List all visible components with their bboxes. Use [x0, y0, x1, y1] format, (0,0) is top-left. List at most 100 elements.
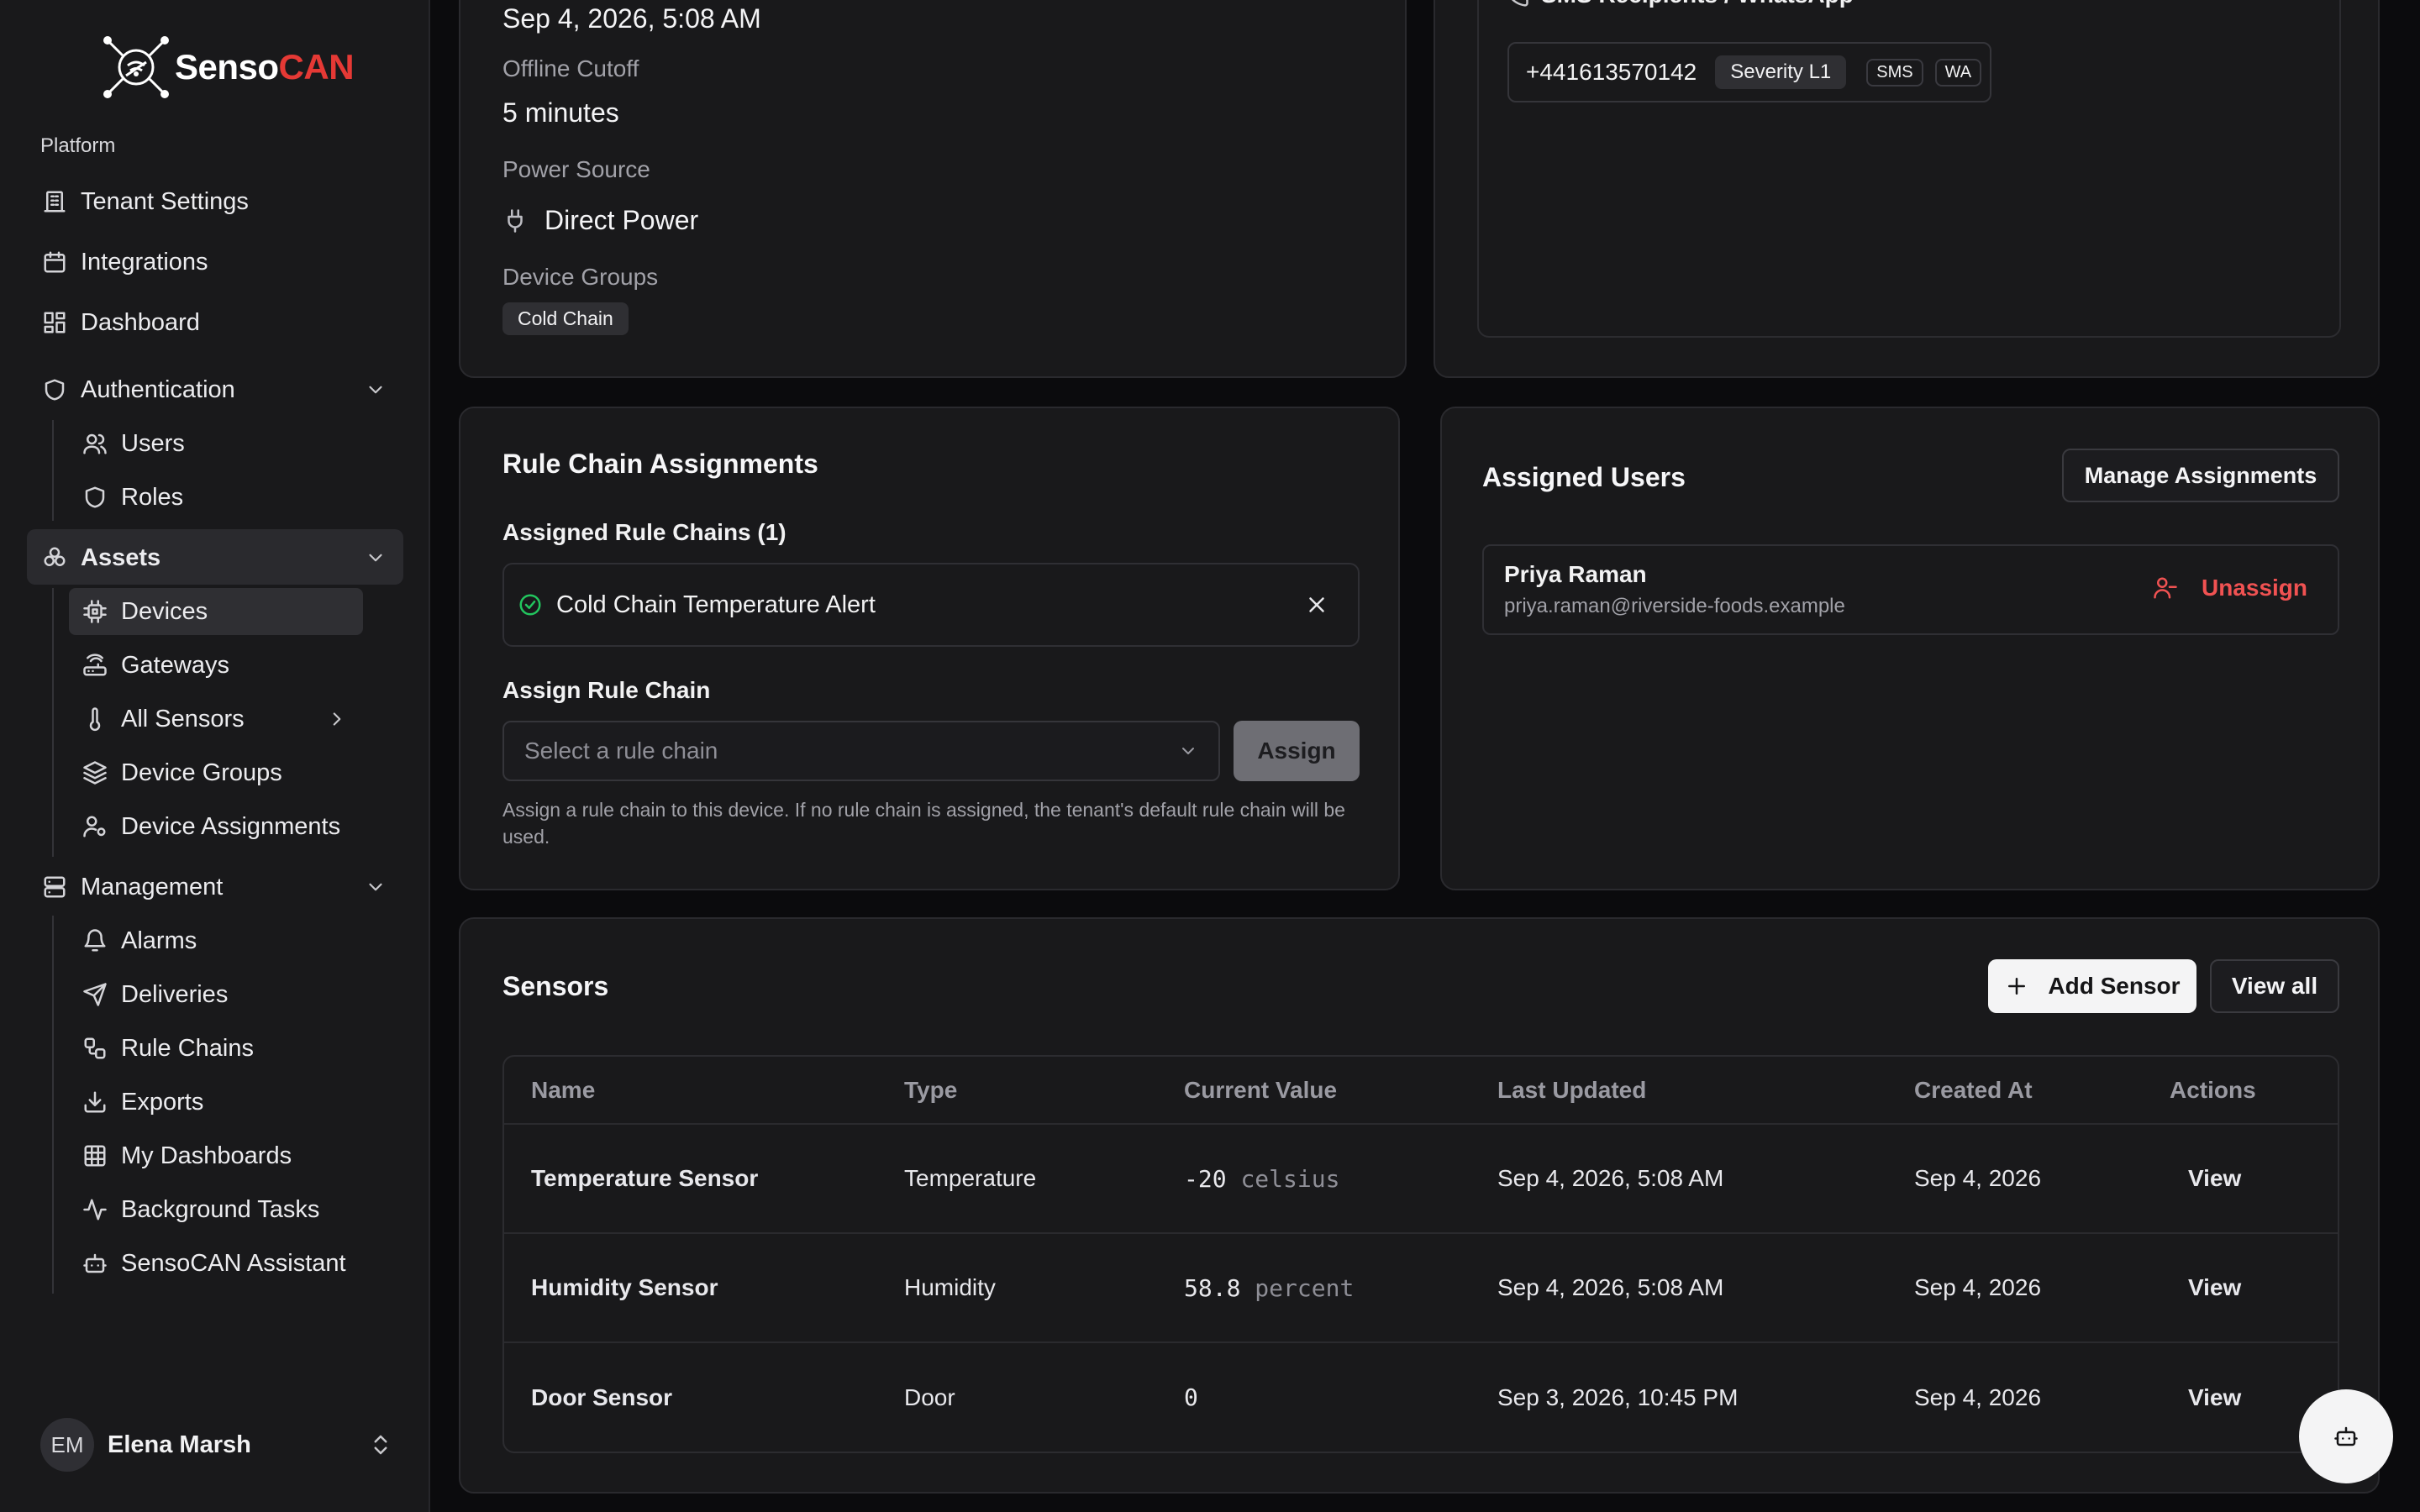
device-group-badge[interactable]: Cold Chain: [502, 302, 629, 335]
server-icon: [40, 874, 69, 900]
chevron-down-icon[interactable]: [361, 379, 390, 401]
close-icon[interactable]: [1304, 592, 1329, 617]
tree-line-management: [52, 916, 54, 1294]
rule-chain-help-text: Assign a rule chain to this device. If n…: [502, 799, 1345, 848]
sidebar-item-devices[interactable]: Devices: [81, 586, 363, 637]
sidebar-item-roles[interactable]: Roles: [81, 472, 363, 522]
table-row[interactable]: Humidity Sensor Humidity 58.8 percent Se…: [504, 1233, 2338, 1343]
power-source-label: Power Source: [502, 156, 650, 182]
column-header-current-value: Current Value: [1184, 1057, 1497, 1125]
sidebar-item-label: Management: [81, 873, 224, 900]
table-row[interactable]: Temperature Sensor Temperature -20 celsi…: [504, 1124, 2338, 1234]
manage-assignments-button[interactable]: Manage Assignments: [2062, 449, 2339, 502]
view-sensor-link[interactable]: View: [2170, 1233, 2338, 1343]
rule-chain-title: Rule Chain Assignments: [502, 449, 818, 479]
sidebar-item-label: SensoCAN Assistant: [121, 1249, 346, 1277]
sidebar-item-label: Users: [121, 429, 185, 457]
bot-icon: [2333, 1424, 2359, 1449]
sidebar-item-label: Devices: [121, 597, 208, 625]
sidebar-item-device-groups[interactable]: Device Groups: [81, 748, 363, 798]
sensor-last-updated: Sep 4, 2026, 5:08 AM: [1497, 1124, 1914, 1234]
sensor-type: Temperature: [904, 1124, 1184, 1234]
logo-icon: [101, 34, 171, 101]
sidebar-item-dashboard[interactable]: Dashboard: [40, 297, 402, 348]
sidebar-item-assets[interactable]: Assets: [40, 533, 402, 583]
sidebar-item-label: Device Groups: [121, 759, 282, 786]
chevron-down-icon[interactable]: [361, 547, 390, 569]
sidebar-item-label: Exports: [121, 1088, 204, 1116]
sidebar-item-users[interactable]: Users: [81, 418, 363, 469]
sensors-card: Sensors Add Sensor View all Name Type Cu…: [459, 917, 2380, 1494]
sidebar-item-label: Assets: [81, 543, 161, 571]
view-all-button[interactable]: View all: [2210, 959, 2339, 1013]
sensor-value: 0: [1184, 1383, 1198, 1411]
recipient-row[interactable]: +441613570142 Severity L1 SMS WA: [1507, 42, 1991, 102]
severity-badge: Severity L1: [1715, 55, 1847, 89]
app-logo[interactable]: SensoCAN: [101, 34, 355, 101]
assigned-user-email: priya.raman@riverside-foods.example: [1504, 595, 1845, 617]
sidebar-item-integrations[interactable]: Integrations: [40, 237, 402, 287]
table-header-row: Name Type Current Value Last Updated Cre…: [504, 1057, 2338, 1125]
assets-icon: [40, 545, 69, 570]
unassign-label: Unassign: [2201, 575, 2307, 601]
power-source: Direct Power: [502, 205, 698, 236]
phone-icon: [1504, 0, 1529, 8]
sidebar-item-label: Rule Chains: [121, 1034, 254, 1062]
view-sensor-link[interactable]: View: [2170, 1124, 2338, 1234]
notifications-card: SMS Recipients / WhatsApp +441613570142 …: [1434, 0, 2380, 378]
rule-chain-select[interactable]: Select a rule chain: [502, 721, 1220, 781]
sidebar-item-sensocan-assistant[interactable]: SensoCAN Assistant: [81, 1238, 363, 1289]
assigned-user-name: Priya Raman: [1504, 561, 1647, 587]
sensor-value: -20 celsius: [1184, 1124, 1497, 1234]
sensor-created-at: Sep 4, 2026: [1914, 1124, 2170, 1234]
rule-chain-select-placeholder: Select a rule chain: [524, 738, 718, 764]
avatar: EM: [40, 1418, 94, 1472]
sidebar-item-label: All Sensors: [121, 705, 245, 732]
sensors-table-wrapper: Name Type Current Value Last Updated Cre…: [502, 1055, 2339, 1453]
chevron-down-icon[interactable]: [361, 876, 390, 898]
assigned-rule-chains-label: Assigned Rule Chains (1): [502, 519, 786, 545]
assigned-users-card: Assigned Users Manage Assignments Priya …: [1440, 407, 2380, 890]
sensor-name: Humidity Sensor: [504, 1233, 904, 1343]
channel-badge-wa: WA: [1934, 58, 1982, 87]
sensors-table: Name Type Current Value Last Updated Cre…: [504, 1057, 2338, 1452]
sidebar-item-label: Integrations: [81, 248, 208, 276]
sensor-unit: percent: [1255, 1273, 1355, 1302]
router-icon: [81, 653, 109, 678]
sensor-created-at: Sep 4, 2026: [1914, 1383, 2042, 1410]
user-menu[interactable]: EM Elena Marsh: [40, 1418, 393, 1472]
column-header-name: Name: [504, 1057, 904, 1125]
shield-icon: [40, 377, 69, 402]
table-row[interactable]: Door Sensor Door 0 Sep 3, 2026, 10:45 PM…: [504, 1342, 2338, 1452]
workflow-icon: [81, 1036, 109, 1061]
sidebar-item-label: Alarms: [121, 927, 197, 954]
assign-button[interactable]: Assign: [1234, 721, 1360, 781]
chip-icon: [81, 599, 109, 624]
add-sensor-button[interactable]: Add Sensor: [1988, 959, 2196, 1013]
sidebar-item-alarms[interactable]: Alarms: [81, 916, 363, 966]
sidebar-item-background-tasks[interactable]: Background Tasks: [81, 1184, 363, 1235]
sensors-title: Sensors: [502, 971, 609, 1001]
sidebar-item-tenant-settings[interactable]: Tenant Settings: [40, 176, 402, 227]
sidebar-item-all-sensors[interactable]: All Sensors: [81, 694, 363, 744]
sidebar-item-label: Tenant Settings: [81, 187, 249, 215]
building-icon: [40, 189, 69, 214]
assistant-fab-button[interactable]: [2299, 1389, 2393, 1483]
assigned-user-row: Priya Raman priya.raman@riverside-foods.…: [1482, 544, 2339, 635]
sidebar-item-deliveries[interactable]: Deliveries: [81, 969, 363, 1020]
sidebar-item-my-dashboards[interactable]: My Dashboards: [81, 1131, 363, 1181]
sidebar-item-label: Background Tasks: [121, 1195, 320, 1223]
download-icon: [81, 1089, 109, 1115]
chevron-right-icon[interactable]: [323, 708, 351, 730]
offline-cutoff-label: Offline Cutoff: [502, 55, 639, 81]
sidebar-item-authentication[interactable]: Authentication: [40, 365, 402, 415]
user-cog-icon: [81, 814, 109, 839]
sidebar-item-gateways[interactable]: Gateways: [81, 640, 363, 690]
sidebar-item-device-assignments[interactable]: Device Assignments: [81, 801, 363, 852]
sidebar-item-exports[interactable]: Exports: [81, 1077, 363, 1127]
tree-line-assets: [52, 588, 54, 857]
sensor-last-updated: Sep 3, 2026, 10:45 PM: [1497, 1383, 1739, 1410]
unassign-button[interactable]: Unassign: [2153, 575, 2307, 601]
sidebar-item-rule-chains[interactable]: Rule Chains: [81, 1023, 363, 1074]
sidebar-item-management[interactable]: Management: [40, 862, 402, 912]
